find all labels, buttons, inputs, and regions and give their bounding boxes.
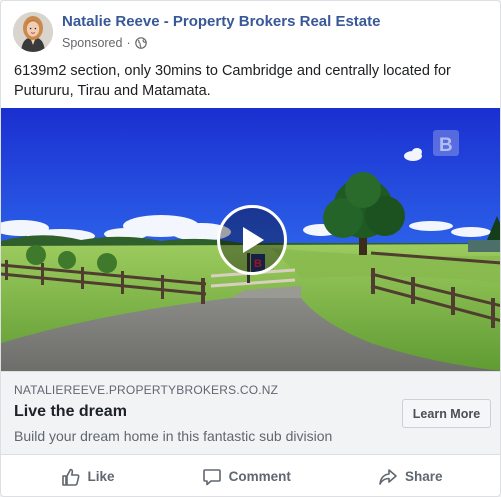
post-header: Natalie Reeve - Property Brokers Real Es…: [13, 12, 488, 54]
thumbs-up-icon: [61, 468, 80, 486]
action-bar: Like Comment Share: [1, 455, 500, 496]
comment-label: Comment: [228, 469, 291, 484]
comment-icon: [202, 468, 221, 485]
watermark-letter: B: [439, 135, 453, 156]
author-name-link[interactable]: Natalie Reeve - Property Brokers Real Es…: [62, 13, 380, 30]
sponsored-label[interactable]: Sponsored: [62, 36, 122, 50]
like-button[interactable]: Like: [43, 461, 133, 493]
share-label: Share: [404, 469, 443, 484]
avatar-portrait: [13, 12, 53, 52]
link-description: Build your dream home in this fantastic …: [14, 428, 333, 444]
post-text: 6139m2 section, only 30mins to Cambridge…: [14, 63, 451, 99]
sponsored-post-card: Natalie Reeve - Property Brokers Real Es…: [0, 0, 501, 497]
share-button[interactable]: Share: [360, 461, 461, 493]
share-icon: [379, 468, 397, 485]
author-avatar[interactable]: [13, 12, 53, 52]
play-icon: [243, 227, 264, 253]
link-title[interactable]: Live the dream: [14, 403, 127, 421]
like-label: Like: [87, 469, 115, 484]
comment-button[interactable]: Comment: [184, 461, 309, 493]
learn-more-button[interactable]: Learn More: [402, 399, 491, 428]
globe-icon[interactable]: [134, 37, 147, 49]
play-button[interactable]: [217, 205, 287, 275]
link-domain: NATALIEREEVE.PROPERTYBROKERS.CO.NZ: [14, 383, 279, 397]
link-preview[interactable]: NATALIEREEVE.PROPERTYBROKERS.CO.NZ Live …: [1, 371, 500, 455]
post-meta: Sponsored ·: [62, 36, 147, 50]
meta-separator: ·: [126, 36, 131, 50]
